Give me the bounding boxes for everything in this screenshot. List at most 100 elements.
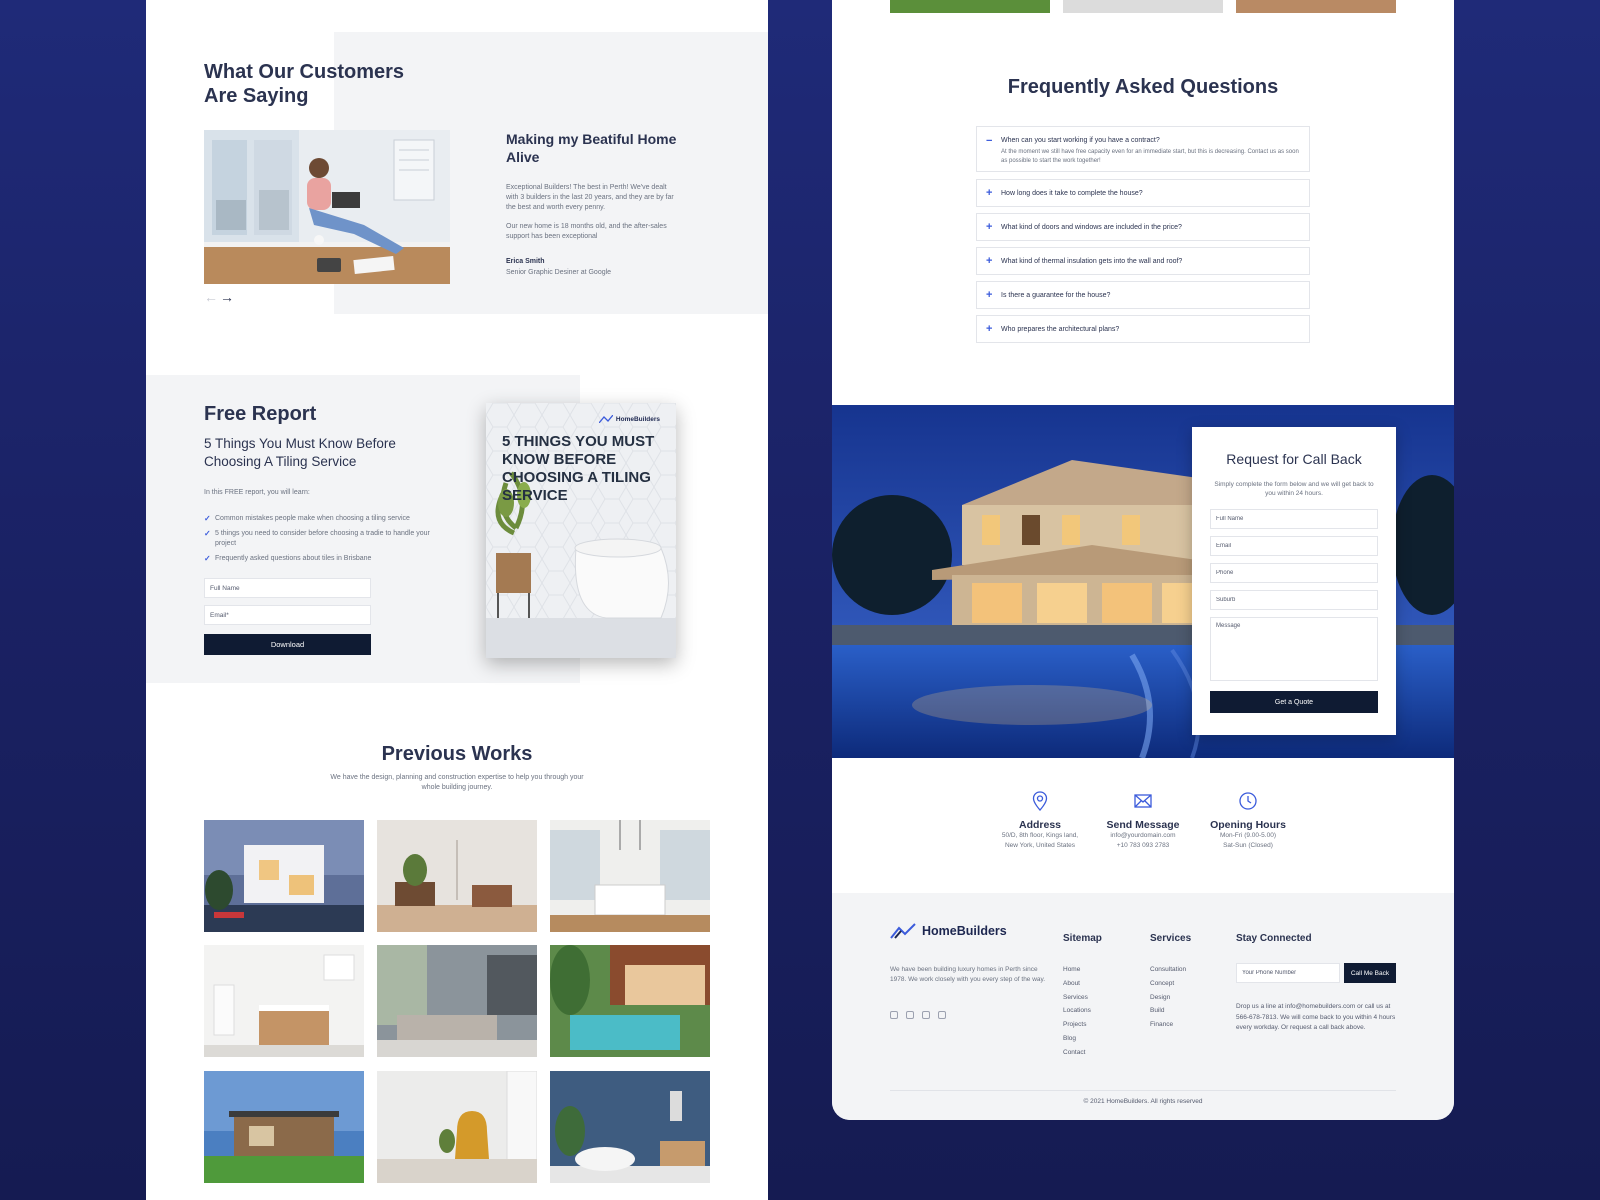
left-page-panel: What Our Customers Are Saying Making my … xyxy=(146,0,768,1200)
sitemap-links: Home About Services Locations Projects B… xyxy=(1063,963,1091,1060)
twitter-icon[interactable] xyxy=(906,1011,914,1019)
testimonial-heading: Making my Beatiful Home Alive xyxy=(506,131,677,165)
plus-icon: + xyxy=(986,323,993,335)
testimonial-section-title: What Our Customers Are Saying xyxy=(204,61,405,107)
callback-suburb-input[interactable] xyxy=(1210,590,1378,610)
footer-divider xyxy=(890,1090,1396,1091)
faq-question: Who prepares the architectural plans? xyxy=(1001,326,1120,333)
instagram-icon[interactable] xyxy=(922,1011,930,1019)
report-email-input[interactable] xyxy=(204,605,371,625)
sitemap-link-about[interactable]: About xyxy=(1063,977,1091,991)
free-report-list-item: ✓ 5 things you need to consider before ch… xyxy=(204,529,444,549)
send-message-label: Send Message xyxy=(1106,819,1180,831)
testimonial-next-arrow-icon[interactable]: → xyxy=(220,290,234,304)
faq-question: Is there a guarantee for the house? xyxy=(1001,292,1111,299)
book-brand-text: HomeBuilders xyxy=(615,415,660,423)
callback-form-card: Request for Call Back Simply complete th… xyxy=(1192,427,1396,735)
gallery-image-bathroom[interactable] xyxy=(550,1071,710,1183)
callback-email-input[interactable] xyxy=(1210,536,1378,556)
gallery-image-living-room[interactable] xyxy=(377,820,537,932)
free-report-list: ✓ Common mistakes people make when choosi… xyxy=(204,514,444,569)
right-page-panel: Frequently Asked Questions − When can yo… xyxy=(832,0,1454,1120)
email-line[interactable]: info@yourdomain.com xyxy=(1088,831,1198,841)
free-report-item-text: Common mistakes people make when choosin… xyxy=(215,515,410,522)
faq-title: Frequently Asked Questions xyxy=(1007,76,1279,98)
sitemap-link-projects[interactable]: Projects xyxy=(1063,1018,1091,1032)
faq-question: How long does it take to complete the ho… xyxy=(1001,190,1143,197)
hours-line: Sat-Sun (Closed) xyxy=(1223,842,1273,849)
testimonial-paragraph-2: Our new home is 18 months old, and the a… xyxy=(506,223,667,240)
opening-hours-label: Opening Hours xyxy=(1210,819,1286,831)
footer-brand-name: HomeBuilders xyxy=(922,924,1007,938)
services-title: Services xyxy=(1150,933,1192,944)
faq-item[interactable]: + Who prepares the architectural plans? xyxy=(976,315,1310,343)
sitemap-link-home[interactable]: Home xyxy=(1063,963,1091,977)
free-report-item-text: 5 things you need to consider before cho… xyxy=(215,530,430,547)
download-button[interactable]: Download xyxy=(204,634,371,655)
previous-works-title: Previous Works xyxy=(381,743,533,765)
testimonial-photo xyxy=(204,130,450,284)
gallery-image-lounge[interactable] xyxy=(377,945,537,1057)
sitemap-link-blog[interactable]: Blog xyxy=(1063,1032,1091,1046)
linkedin-icon[interactable] xyxy=(938,1011,946,1019)
footer-phone-input[interactable] xyxy=(1236,963,1340,983)
location-pin-icon xyxy=(1032,791,1048,811)
call-me-back-button[interactable]: Call Me Back xyxy=(1344,963,1396,983)
free-report-intro: In this FREE report, you will learn: xyxy=(204,489,310,496)
sitemap-link-locations[interactable]: Locations xyxy=(1063,1004,1091,1018)
footer: HomeBuilders We have been building luxur… xyxy=(832,893,1454,1120)
callback-title: Request for Call Back xyxy=(1226,451,1362,467)
faq-item[interactable]: + What kind of thermal insulation gets i… xyxy=(976,247,1310,275)
service-link-finance[interactable]: Finance xyxy=(1150,1018,1186,1032)
address-line: 50/D, 8th floor, Kings land, xyxy=(1001,832,1079,839)
gallery-image-modern-house[interactable] xyxy=(204,820,364,932)
gallery-strip-image xyxy=(1236,0,1396,13)
testimonial-paragraph-1: Exceptional Builders! The best in Perth!… xyxy=(506,184,674,211)
facebook-icon[interactable] xyxy=(890,1011,898,1019)
faq-item[interactable]: + How long does it take to complete the … xyxy=(976,179,1310,207)
check-icon: ✓ xyxy=(204,529,211,538)
phone-line[interactable]: +10 783 093 2783 xyxy=(1088,841,1198,851)
sitemap-link-services[interactable]: Services xyxy=(1063,991,1091,1005)
free-report-item-text: Frequently asked questions about tiles i… xyxy=(215,555,372,562)
faq-item[interactable]: + Is there a guarantee for the house? xyxy=(976,281,1310,309)
gallery-image-wooden-house[interactable] xyxy=(204,1071,364,1183)
faq-question: What kind of doors and windows are inclu… xyxy=(1001,224,1182,231)
free-report-subtitle: 5 Things You Must Know Before Choosing A… xyxy=(204,436,396,469)
report-full-name-input[interactable] xyxy=(204,578,371,598)
footer-contact-note: Drop us a line at info@homebuilders.com … xyxy=(1236,1003,1396,1031)
services-links: Consultation Concept Design Build Financ… xyxy=(1150,963,1186,1032)
faq-item[interactable]: + What kind of doors and windows are inc… xyxy=(976,213,1310,241)
previous-works-description: We have the design, planning and constru… xyxy=(330,774,584,791)
footer-logo[interactable]: HomeBuilders xyxy=(890,923,1007,939)
gallery-strip-image xyxy=(1063,0,1223,13)
service-link-concept[interactable]: Concept xyxy=(1150,977,1186,991)
social-links xyxy=(890,1011,946,1019)
plus-icon: + xyxy=(986,187,993,199)
service-link-design[interactable]: Design xyxy=(1150,991,1186,1005)
envelope-icon xyxy=(1134,794,1152,808)
faq-item-expanded[interactable]: − When can you start working if you have… xyxy=(976,126,1310,172)
gallery-image-white-kitchen[interactable] xyxy=(204,945,364,1057)
get-a-quote-button[interactable]: Get a Quote xyxy=(1210,691,1378,713)
faq-question: When can you start working if you have a… xyxy=(1001,137,1160,144)
report-book-cover: HomeBuilders 5 THINGS YOU MUST KNOW BEFO… xyxy=(486,403,676,658)
gallery-image-armchair[interactable] xyxy=(377,1071,537,1183)
gallery-image-kitchen[interactable] xyxy=(550,820,710,932)
callback-phone-input[interactable] xyxy=(1210,563,1378,583)
sitemap-link-contact[interactable]: Contact xyxy=(1063,1046,1091,1060)
contact-opening-hours: Opening Hours Mon-Fri (9.00-5.00) Sat-Su… xyxy=(1193,790,1303,851)
faq-answer: At the moment we still have free capacit… xyxy=(1001,149,1299,164)
check-icon: ✓ xyxy=(204,514,211,523)
contact-send-message: Send Message info@yourdomain.com +10 783… xyxy=(1088,790,1198,851)
callback-full-name-input[interactable] xyxy=(1210,509,1378,529)
footer-about-text: We have been building luxury homes in Pe… xyxy=(890,966,1046,983)
gallery-image-pool-patio[interactable] xyxy=(550,945,710,1057)
service-link-consultation[interactable]: Consultation xyxy=(1150,963,1186,977)
service-link-build[interactable]: Build xyxy=(1150,1004,1186,1018)
callback-description: Simply complete the form below and we wi… xyxy=(1214,481,1374,497)
callback-message-textarea[interactable] xyxy=(1210,617,1378,681)
testimonial-prev-arrow-icon[interactable]: ← xyxy=(204,290,218,304)
faq-question: What kind of thermal insulation gets int… xyxy=(1001,258,1183,265)
book-title: 5 THINGS YOU MUST KNOW BEFORE CHOOSING A… xyxy=(502,433,655,504)
